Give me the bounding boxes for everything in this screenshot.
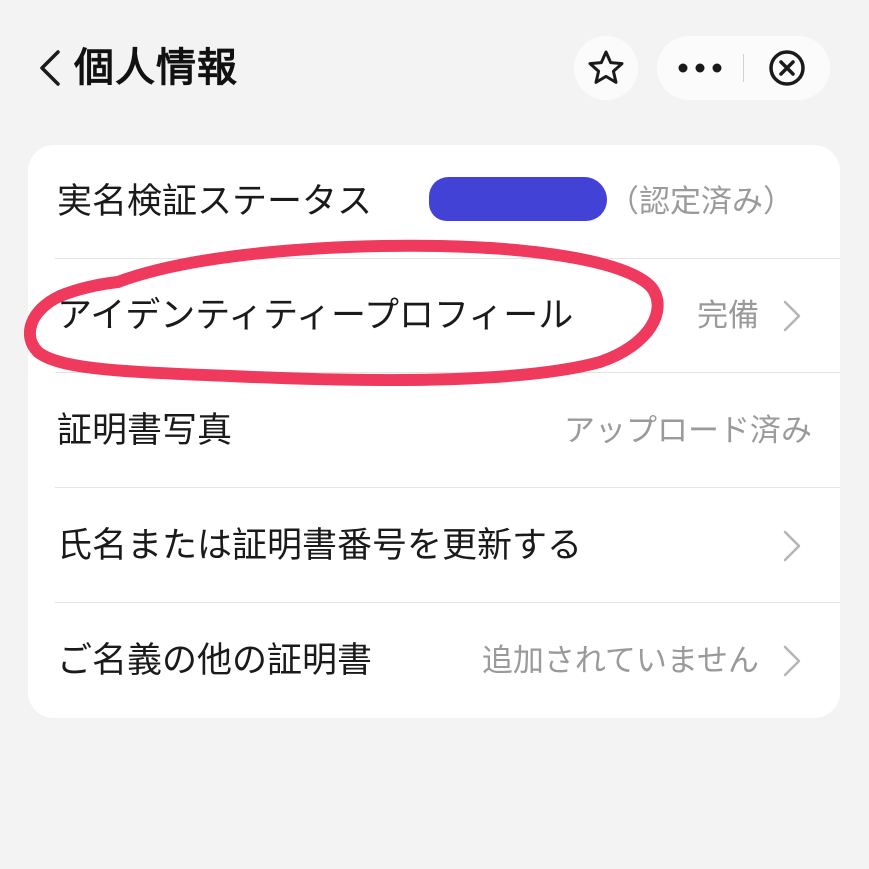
identity-profile-label: アイデンティティープロフィール bbox=[57, 296, 574, 336]
top-bar: 個人情報 bbox=[0, 0, 869, 135]
certificate-photo-label: 証明書写真 bbox=[57, 411, 233, 451]
more-horizontal-icon bbox=[678, 63, 722, 73]
chevron-right-icon bbox=[783, 645, 801, 677]
star-outline-icon bbox=[588, 50, 624, 84]
verification-status-label: 実名検証ステータス bbox=[57, 182, 373, 222]
close-circle-icon bbox=[769, 50, 805, 86]
chevron-right-icon bbox=[783, 300, 801, 332]
list-item-other-certificates[interactable]: ご名義の他の証明書 追加されていません bbox=[28, 604, 840, 718]
list-item-update-name-or-id[interactable]: 氏名または証明書番号を更新する bbox=[28, 489, 840, 603]
chevron-right-icon bbox=[783, 530, 801, 562]
list-item-certificate-photo: 証明書写真 アップロード済み bbox=[28, 374, 840, 488]
certificate-photo-value: アップロード済み bbox=[564, 413, 812, 449]
chevron-left-icon bbox=[40, 50, 60, 86]
favorite-button[interactable] bbox=[574, 36, 638, 100]
list-item-verification-status: 実名検証ステータス （認定済み） bbox=[28, 145, 840, 259]
other-certificates-label: ご名義の他の証明書 bbox=[57, 641, 373, 681]
divider bbox=[55, 372, 840, 373]
redacted-name bbox=[429, 177, 607, 221]
back-button[interactable] bbox=[34, 48, 70, 88]
more-button[interactable] bbox=[657, 36, 743, 100]
list-item-identity-profile[interactable]: アイデンティティープロフィール 完備 bbox=[28, 259, 840, 373]
other-certificates-value: 追加されていません bbox=[481, 643, 759, 679]
divider bbox=[55, 602, 840, 603]
update-name-or-id-label: 氏名または証明書番号を更新する bbox=[57, 526, 583, 566]
mini-program-capsule bbox=[657, 36, 830, 100]
personal-info-card: 実名検証ステータス （認定済み） アイデンティティープロフィール 完備 証明書写… bbox=[28, 145, 840, 718]
page-title: 個人情報 bbox=[74, 45, 238, 91]
divider bbox=[55, 487, 840, 488]
verification-status-value: （認定済み） bbox=[608, 184, 794, 220]
close-button[interactable] bbox=[744, 36, 830, 100]
identity-profile-value: 完備 bbox=[697, 298, 759, 334]
